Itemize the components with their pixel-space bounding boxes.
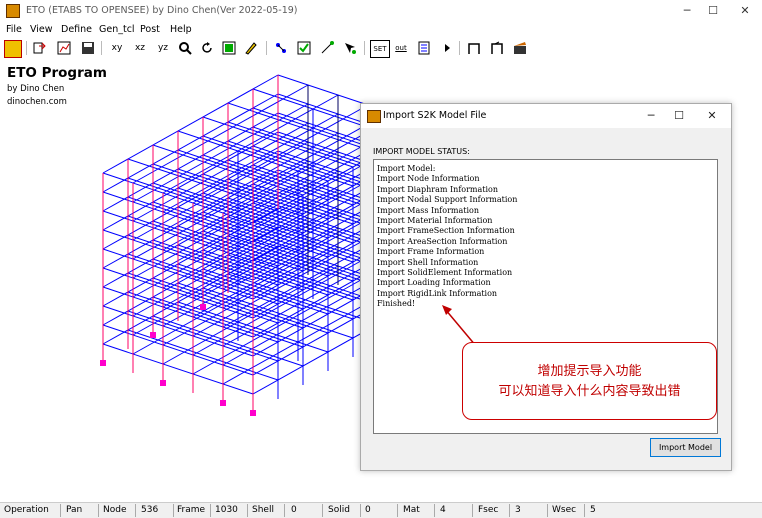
status-separator (322, 504, 323, 517)
status-frame-value: 1030 (215, 505, 238, 515)
status-line: Import Node Information (377, 174, 480, 184)
status-separator (173, 504, 174, 517)
model-member (102, 343, 254, 395)
status-separator (60, 504, 61, 517)
status-line: Import Frame Information (377, 247, 485, 257)
status-line: Import Material Information (377, 216, 493, 225)
status-separator (360, 504, 361, 517)
dialog-title: Import S2K Model File (383, 110, 487, 121)
status-separator (135, 504, 136, 517)
status-solid-label: Solid (328, 505, 350, 515)
import-status-label: IMPORT MODEL STATUS: (373, 147, 470, 156)
status-separator (397, 504, 398, 517)
status-mat-value: 4 (440, 505, 446, 515)
dialog-maximize-button[interactable]: ☐ (666, 107, 692, 125)
status-node-value: 536 (141, 505, 159, 515)
support-node (220, 400, 226, 406)
status-separator (284, 504, 285, 517)
status-separator (247, 504, 248, 517)
status-frame-label: Frame (177, 505, 206, 515)
dialog-app-icon (367, 110, 381, 123)
status-line: Finished! (377, 299, 416, 309)
status-line: Import Loading Information (377, 278, 491, 288)
status-mat-label: Mat (403, 505, 420, 515)
status-solid-value: 0 (365, 505, 371, 515)
dialog-minimize-button[interactable]: ─ (638, 107, 664, 125)
status-wsec-value: 5 (590, 505, 596, 515)
status-line: Import Nodal Support Information (377, 195, 518, 205)
status-line: Import AreaSection Information (377, 236, 508, 246)
status-fsec-label: Fsec (478, 505, 499, 515)
status-separator (584, 504, 585, 517)
annotation-callout: 增加提示导入功能 可以知道导入什么内容导致出错 (462, 342, 717, 420)
status-line: Import Shell Information (377, 257, 479, 267)
status-separator (210, 504, 211, 517)
model-member (102, 324, 254, 376)
status-shell-label: Shell (252, 505, 274, 515)
model-member (132, 84, 309, 184)
status-node-label: Node (103, 505, 127, 515)
status-wsec-label: Wsec (552, 505, 577, 515)
status-shell-value: 0 (291, 505, 297, 515)
dialog-title-bar: Import S2K Model File ─ ☐ ✕ (361, 104, 731, 128)
support-node (250, 410, 256, 416)
status-line: Import SolidElement Information (377, 268, 513, 277)
status-separator (509, 504, 510, 517)
status-separator (547, 504, 548, 517)
support-node (100, 360, 106, 366)
status-line: Import Diaphram Information (377, 184, 499, 194)
import-model-button[interactable]: Import Model (650, 438, 721, 457)
status-separator (472, 504, 473, 517)
model-member (102, 74, 279, 174)
support-node (160, 380, 166, 386)
support-node (200, 304, 206, 310)
status-fsec-value: 3 (515, 505, 521, 515)
annotation-line-1: 增加提示导入功能 (537, 364, 642, 379)
status-separator (434, 504, 435, 517)
status-line: Import Mass Information (377, 205, 479, 215)
status-operation-value: Pan (66, 505, 83, 515)
status-line: Import Model: (377, 164, 436, 173)
status-operation-label: Operation (4, 505, 49, 515)
status-line: Import FrameSection Information (377, 226, 515, 236)
status-separator (98, 504, 99, 517)
annotation-line-2: 可以知道导入什么内容导致出错 (498, 384, 681, 399)
status-line: Import RigidLink Information (377, 288, 498, 298)
status-bar: Operation Pan Node 536 Frame 1030 Shell … (0, 502, 762, 518)
support-node (150, 332, 156, 338)
dialog-close-button[interactable]: ✕ (699, 107, 725, 125)
